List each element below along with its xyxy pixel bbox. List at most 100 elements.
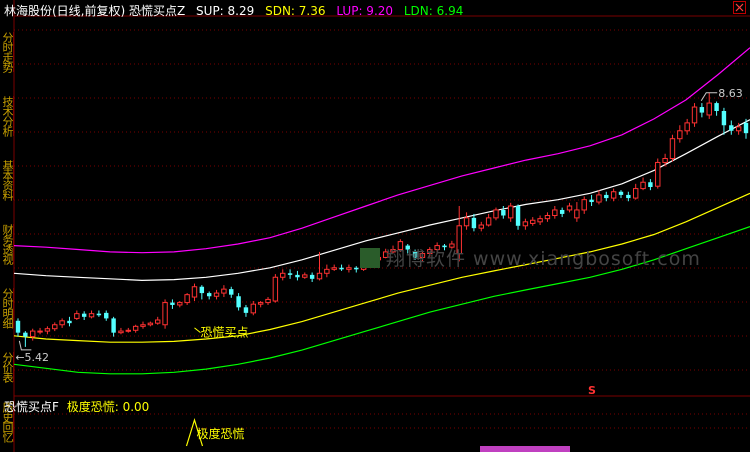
watermark-text: 翔博软件 www.xiangbosoft.com (386, 248, 701, 270)
candle-body (662, 158, 668, 163)
candle-body (699, 107, 705, 113)
candle-body (735, 126, 742, 132)
watermark-logo-icon (360, 248, 380, 268)
candle-body (147, 322, 154, 326)
candle-body (471, 217, 477, 229)
candle-body (522, 221, 529, 227)
candle-body (88, 313, 95, 318)
candle-body (213, 292, 220, 297)
candle-body (59, 320, 65, 326)
candle-body (199, 286, 205, 294)
candle-body (295, 274, 300, 278)
candle-body (15, 320, 21, 333)
candle-body (618, 191, 624, 195)
candle-body (706, 102, 712, 116)
chart-window: 8.63 ←5.42 恐慌买点 S 极度恐慌 林海股份(日线,前复权) 恐慌买点Z SU… (0, 0, 750, 452)
candle-body (243, 307, 249, 313)
candle-body (537, 218, 543, 223)
candle-body (265, 298, 271, 304)
candle-body (206, 293, 212, 297)
candle-body (162, 302, 168, 326)
candle-body (96, 313, 102, 316)
buy-signal-label: 恐慌买点 (200, 326, 248, 340)
candle-body (559, 209, 565, 214)
candle-body (170, 302, 175, 305)
candle-body (280, 272, 286, 278)
watermark: 翔博软件 www.xiangbosoft.com (360, 244, 701, 271)
candle-body (574, 209, 580, 219)
candle-body (23, 332, 28, 337)
candle-body (544, 215, 551, 220)
candle-body (729, 125, 734, 131)
candle-body (346, 267, 352, 270)
candle-body (743, 122, 749, 134)
candle-body (655, 161, 661, 187)
candle-body (52, 324, 58, 330)
candle-body (552, 209, 558, 216)
candle-body (74, 313, 80, 319)
candle-body (309, 274, 315, 279)
candle-body (507, 205, 514, 219)
candle-body (44, 328, 51, 332)
candle-body (589, 199, 594, 203)
sup-value: SUP: 8.29 (196, 4, 255, 18)
ldn-value: LDN: 6.94 (403, 4, 464, 18)
tab-fundamentals[interactable]: 基本资料 (0, 160, 14, 200)
tab-intraday-trend[interactable]: 分时走势 (0, 32, 14, 72)
candle-body (684, 122, 690, 132)
candle-body (125, 329, 132, 332)
candle-body (677, 130, 683, 140)
candlestick-chart[interactable]: 8.63 ←5.42 恐慌买点 S 极度恐慌 (0, 0, 750, 452)
candle-body (339, 267, 344, 270)
tab-financial-view[interactable]: 财务透视 (0, 224, 14, 264)
candle-body (287, 273, 293, 275)
candle-body (478, 224, 484, 229)
candle-body (493, 209, 499, 219)
candle-body (118, 330, 124, 334)
candle-body (632, 188, 639, 199)
candle-body (566, 205, 573, 211)
low-price-label: ←5.42 (15, 351, 49, 364)
candle-body (184, 294, 190, 304)
candle-body (485, 217, 492, 226)
candle-body (30, 330, 36, 338)
candle-body (177, 302, 183, 306)
tab-technical-analysis[interactable]: 技术分析 (0, 96, 14, 136)
candle-body (596, 194, 602, 203)
candle-body (257, 302, 264, 305)
tab-intraday-detail[interactable]: 分时明细 (0, 288, 14, 328)
lup-value: LUP: 9.20 (336, 4, 394, 18)
candle-body (191, 286, 198, 298)
tab-price-distribution[interactable]: 分价表 (0, 352, 14, 382)
signal-marker: S (588, 384, 596, 397)
candle-body (515, 206, 521, 226)
candle-body (236, 296, 241, 308)
indicator-header: 林海股份(日线,前复权) 恐慌买点Z SUP: 8.29 SDN: 7.36 L… (4, 2, 470, 19)
candle-body (37, 330, 43, 333)
candle-body (610, 191, 617, 199)
candle-body (691, 106, 698, 124)
candle-body (67, 320, 72, 324)
candle-body (721, 111, 727, 126)
candle-body (302, 274, 308, 278)
candle-body (104, 312, 109, 319)
candle-body (714, 103, 719, 111)
sub-indicator-header: 恐慌买点F 极度恐慌: 0.00 (4, 398, 149, 415)
candle-body (132, 325, 139, 331)
candle-body (501, 209, 506, 216)
candle-body (250, 303, 257, 314)
high-price-label: 8.63 (718, 87, 743, 100)
candle-body (354, 267, 359, 270)
candle-body (530, 219, 536, 224)
candle-body (229, 289, 234, 295)
candle-body (581, 199, 587, 211)
candle-body (316, 272, 323, 280)
candle-body (648, 182, 653, 187)
candle-body (324, 268, 330, 274)
sdn-value: SDN: 7.36 (265, 4, 326, 18)
lup-line (13, 47, 750, 254)
candle-body (669, 138, 676, 159)
close-icon[interactable] (733, 1, 746, 14)
chart-title: 林海股份(日线,前复权) 恐慌买点Z (4, 4, 186, 18)
candle-body (140, 324, 146, 327)
